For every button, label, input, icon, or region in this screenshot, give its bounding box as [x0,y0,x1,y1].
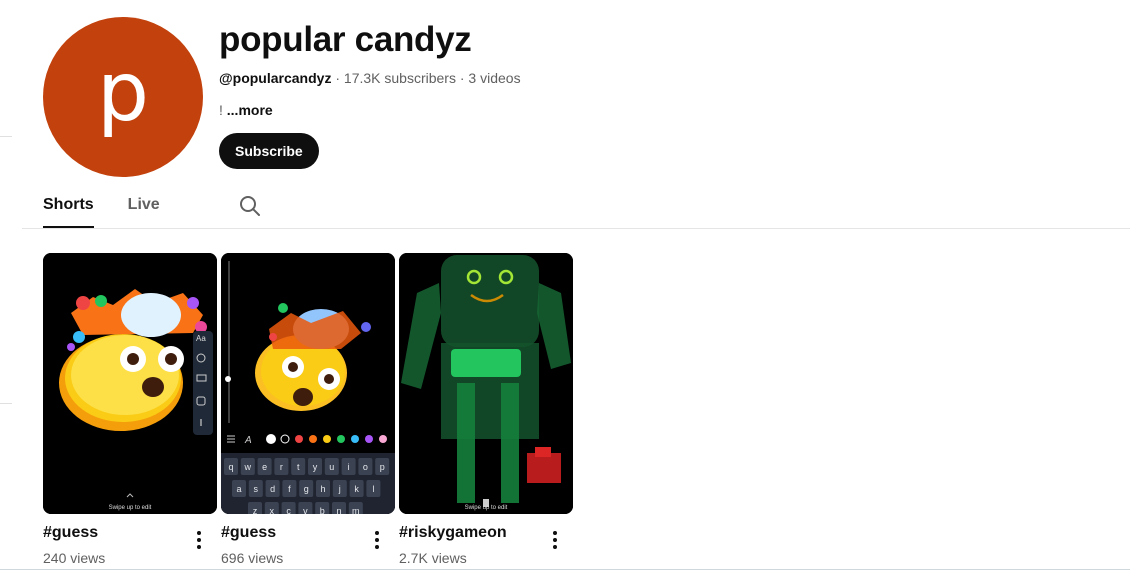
keyboard-key-label: s [254,484,259,494]
tabs-divider [22,228,1130,229]
keyboard-key-label: n [336,506,341,514]
keyboard-key-label: r [280,462,283,472]
keyboard-key-label: l [372,484,374,494]
keyboard-key-label: o [363,462,368,472]
short-views: 696 views [221,550,284,566]
tab-live[interactable]: Live [128,190,160,228]
more-options-icon[interactable] [545,530,565,550]
svg-text:A: A [244,435,252,446]
keyboard-key-label: u [329,462,334,472]
short-views: 240 views [43,550,106,566]
edge-line [0,403,12,404]
short-thumbnail[interactable]: Aa Swipe up to edit [43,253,217,514]
keyboard-key-label: x [270,506,275,514]
avatar-letter: p [96,45,150,140]
short-card[interactable]: Aa Swipe up to edit #guess 240 views [43,253,217,566]
meta-separator: · [331,70,344,86]
keyboard-key-label: b [320,506,325,514]
search-icon[interactable] [238,194,262,218]
short-card[interactable]: Swipe up to edit #riskygameon 2.7K views [399,253,573,566]
edge-line [0,136,12,137]
keyboard-key-label: i [348,462,350,472]
thumbnail-image: A q w e r t y u i o pa s d f g h j k lz x c v b n m [221,253,395,514]
keyboard-key-label: j [338,484,341,494]
video-count: 3 videos [468,70,521,86]
keyboard-key-label: k [354,484,359,494]
short-thumbnail[interactable]: Swipe up to edit [399,253,573,514]
more-link[interactable]: ...more [227,102,273,118]
more-options-icon[interactable] [367,530,387,550]
subscriber-count: 17.3K subscribers [343,70,456,86]
thumbnail-image [399,253,573,514]
channel-description[interactable]: ! ...more [219,102,273,118]
more-options-icon[interactable] [189,530,209,550]
text-tool-label: Aa [196,334,206,343]
keyboard-key-label: z [253,506,258,514]
channel-meta: @popularcandyz · 17.3K subscribers · 3 v… [219,70,521,86]
bottom-divider [0,569,1130,570]
subscribe-button[interactable]: Subscribe [219,133,319,169]
short-card[interactable]: A qwertyuiopasdfghjklzxcvbnm #guess 696 … [221,253,395,566]
keyboard-key-label: y [313,462,318,472]
keyboard-key-label: h [320,484,325,494]
tab-shorts[interactable]: Shorts [43,190,94,228]
keyboard-key-label: p [380,462,385,472]
thumbnail-image: Aa [43,253,217,514]
channel-name: popular candyz [219,20,472,59]
channel-handle: @popularcandyz [219,70,332,86]
channel-tabs: Shorts Live [43,190,260,228]
meta-separator: · [455,70,469,86]
keyboard-key-label: g [304,484,309,494]
short-views: 2.7K views [399,550,467,566]
short-thumbnail[interactable]: A qwertyuiopasdfghjklzxcvbnm [221,253,395,514]
swipe-hint: Swipe up to edit [108,505,152,511]
keyboard-key-label: a [236,484,241,494]
description-text: ! [219,102,223,118]
swipe-hint: Swipe up to edit [464,505,508,511]
keyboard-key-label: w [244,462,252,472]
keyboard-key-label: m [352,506,360,514]
keyboard-key-label: c [286,506,291,514]
keyboard-key-label: q [228,462,233,472]
channel-avatar[interactable]: p [43,17,203,177]
keyboard-key-label: e [262,462,267,472]
keyboard-key-label: v [303,506,308,514]
keyboard-key-label: d [270,484,275,494]
